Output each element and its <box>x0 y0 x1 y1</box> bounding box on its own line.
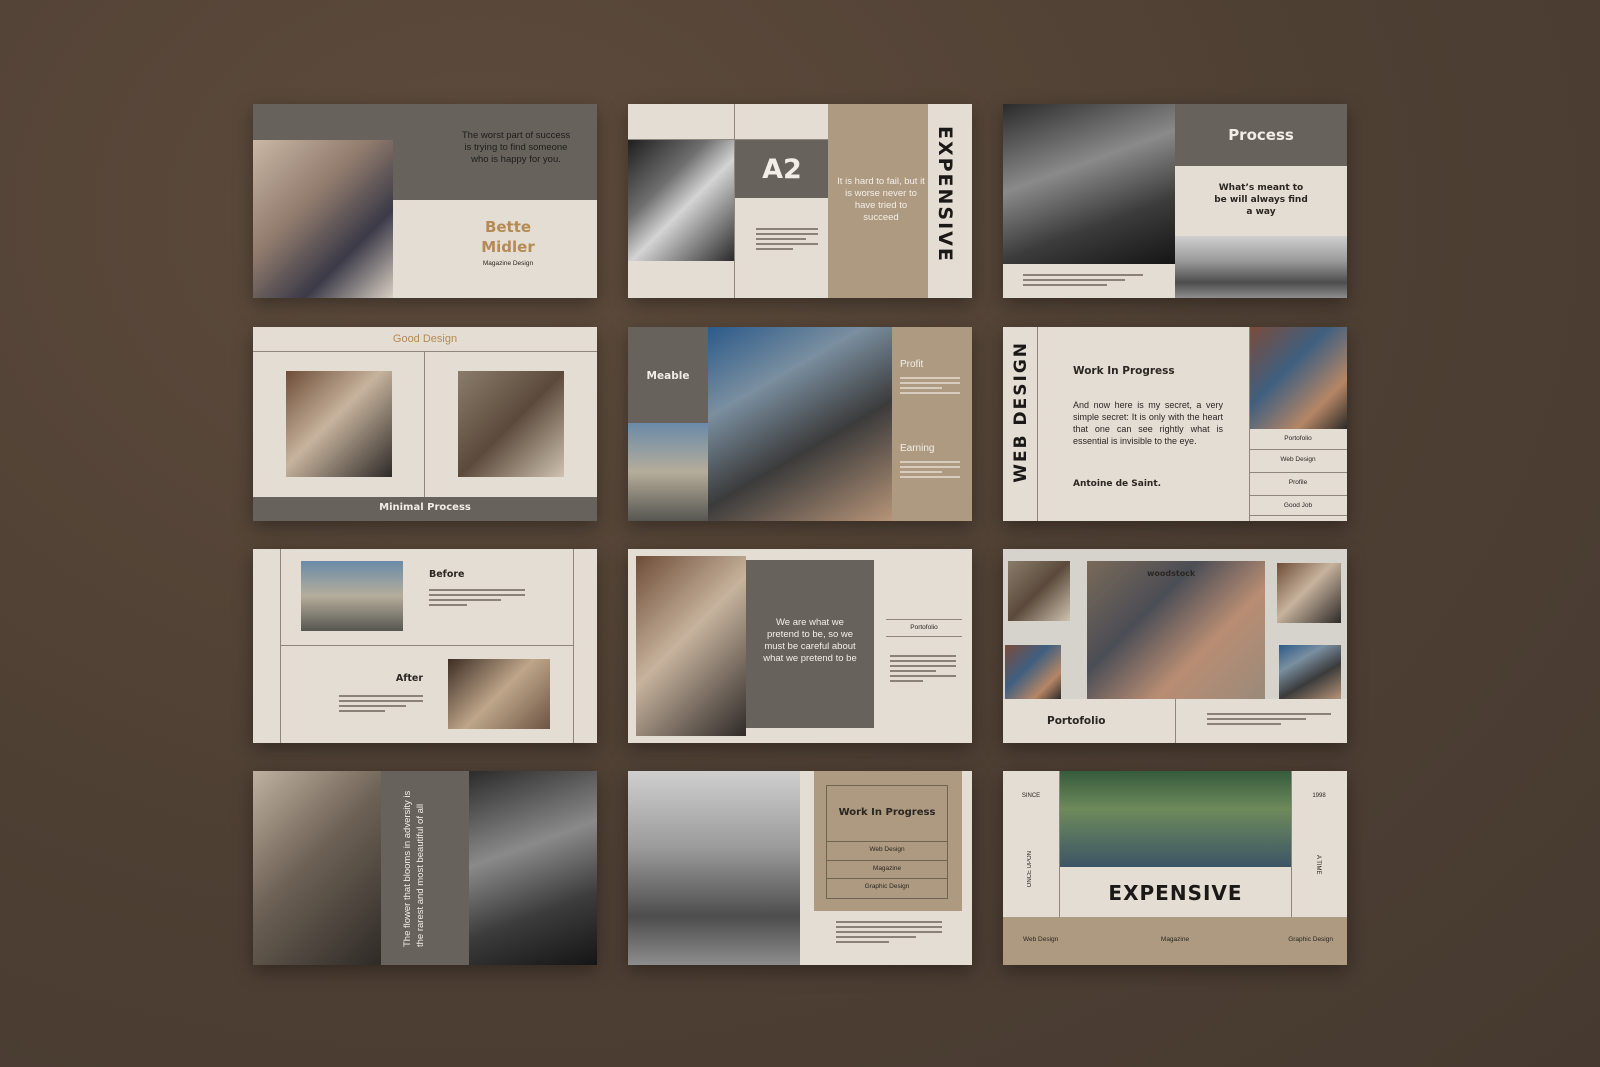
quote-text: The worst part of success is trying to f… <box>461 130 571 165</box>
before-label: Before <box>429 569 465 580</box>
cafe-photo <box>636 556 746 736</box>
lake-reading-photo <box>1060 771 1291 867</box>
name-line-2: Midler <box>481 238 535 256</box>
quote-text: What’s meant to be will always find a wa… <box>1214 183 1308 217</box>
title: Portofolio <box>1047 715 1106 727</box>
record-cover-4 <box>1279 645 1341 699</box>
menu-item-graphic-design[interactable]: Graphic Design <box>826 883 948 890</box>
quote-text: We are what we pretend to be, so we must… <box>763 617 857 664</box>
title: Work In Progress <box>1073 365 1175 377</box>
couple-photo <box>628 139 734 261</box>
quote-text: The flower that blooms in adversity is t… <box>402 790 426 947</box>
body-text <box>836 921 942 946</box>
label: Meable <box>646 370 690 382</box>
menu-item-web-design[interactable]: Web Design <box>1249 456 1347 463</box>
slide-work-in-progress[interactable]: Work In Progress Web Design Magazine Gra… <box>628 771 972 965</box>
slide-expensive-cover[interactable]: SINCE 1998 ONCE UPON A TIME EXPENSIVE We… <box>1003 771 1347 965</box>
profit-text <box>900 377 960 397</box>
woodstock-photo <box>1087 561 1265 699</box>
footer-web-design[interactable]: Web Design <box>1023 936 1058 943</box>
menu-item-web-design[interactable]: Web Design <box>826 846 948 853</box>
body-text <box>890 655 956 685</box>
portfolio-label: Portofolio <box>910 624 938 631</box>
slide-meable[interactable]: Meable Profit Earning <box>628 327 972 521</box>
menu-frame <box>826 785 948 899</box>
street-small-photo <box>628 423 708 521</box>
woman-photo <box>253 140 393 298</box>
before-photo <box>301 561 403 631</box>
woman-portrait <box>286 371 392 477</box>
trophy-photo <box>253 771 381 965</box>
title: Work In Progress <box>838 807 936 818</box>
after-text <box>339 695 423 715</box>
year-label: 1998 <box>1312 793 1326 799</box>
man-portrait <box>458 371 564 477</box>
vertical-title: WEB DESIGN <box>1011 341 1031 483</box>
menu-item-profile[interactable]: Profile <box>1249 479 1347 486</box>
title: EXPENSIVE <box>1108 881 1243 905</box>
footer-label: Minimal Process <box>379 502 471 513</box>
body-text <box>1207 713 1331 728</box>
quote-text: It is hard to fail, but it is worse neve… <box>837 176 925 223</box>
after-photo <box>448 659 550 729</box>
heading: Good Design <box>392 333 458 345</box>
author: Antoine de Saint. <box>1073 479 1162 489</box>
slide-good-design[interactable]: Good Design Minimal Process <box>253 327 597 521</box>
slide-web-design[interactable]: WEB DESIGN Work In Progress And now here… <box>1003 327 1347 521</box>
before-text <box>429 589 525 609</box>
menu-item-portofolio[interactable]: Portofolio <box>1249 435 1347 442</box>
menu-item-good-job[interactable]: Good Job <box>1249 502 1347 509</box>
subtitle: Magazine Design <box>482 260 534 267</box>
info-panel <box>892 327 972 521</box>
woman-wall-photo <box>1249 327 1347 429</box>
menu-item-magazine[interactable]: Magazine <box>826 865 948 872</box>
footer-magazine[interactable]: Magazine <box>1125 936 1225 943</box>
woodstock-brand: woodstock <box>1147 569 1196 578</box>
body-text <box>1023 274 1143 289</box>
body-text <box>756 228 818 253</box>
slide-flower-quote[interactable]: The flower that blooms in adversity is t… <box>253 771 597 965</box>
since-label: SINCE <box>1021 793 1041 799</box>
after-label: After <box>395 673 423 684</box>
earning-label: Earning <box>900 443 935 454</box>
vertical-title: EXPENSIVE <box>934 126 956 263</box>
slide-pretend[interactable]: We are what we pretend to be, so we must… <box>628 549 972 743</box>
record-cover-2 <box>1005 645 1061 699</box>
body-text: And now here is my secret, a very simple… <box>1073 400 1223 446</box>
slide-process[interactable]: Process What’s meant to be will always f… <box>1003 104 1347 298</box>
record-cover-3 <box>1277 563 1341 623</box>
title: Process <box>1228 126 1294 144</box>
earning-text <box>900 461 960 481</box>
a2-badge: A2 <box>762 154 802 185</box>
slide-portfolio-records[interactable]: woodstock Portofolio <box>1003 549 1347 743</box>
slide-bette-midler[interactable]: The worst part of success is trying to f… <box>253 104 597 298</box>
profit-label: Profit <box>900 359 924 370</box>
name-line-1: Bette <box>484 218 532 236</box>
a-time-label: A TIME <box>1315 855 1321 875</box>
balcony-photo <box>628 771 800 965</box>
record-cover-1 <box>1008 561 1070 621</box>
footer-graphic-design[interactable]: Graphic Design <box>1263 936 1333 943</box>
street-photo <box>708 327 892 521</box>
camera-photo <box>469 771 597 965</box>
slide-before-after[interactable]: Before After <box>253 549 597 743</box>
crowd-photo <box>1003 104 1175 264</box>
field-photo <box>1175 236 1347 298</box>
once-upon-label: ONCE UPON <box>1027 851 1033 888</box>
slide-a2-expensive[interactable]: A2 It is hard to fail, but it is worse n… <box>628 104 972 298</box>
